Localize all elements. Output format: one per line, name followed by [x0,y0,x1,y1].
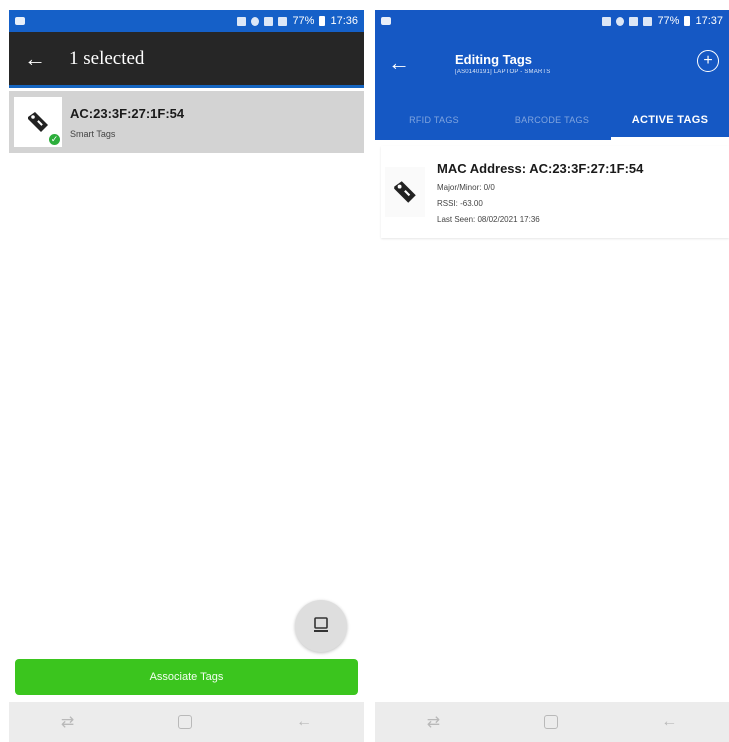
page-subtitle: [AS0140191] LAPTOP - SMARTS [455,68,551,75]
left-screen: 77% 17:36 ← 1 selected ✓ AC:23:3F:27:1F:… [9,10,364,742]
location-icon [251,16,260,26]
battery-percent: 77% [657,15,680,27]
device-fab-button[interactable] [295,600,347,652]
right-screen: 77% 17:37 ← Editing Tags [AS0140191] LAP… [375,10,729,742]
status-bar: 77% 17:37 [375,10,729,32]
tag-mac-address: AC:23:3F:27:1F:54 [70,105,185,121]
major-minor-line: Major/Minor: 0/0 [437,182,495,192]
add-circle-icon: + [703,52,713,69]
editing-app-bar: ← Editing Tags [AS0140191] LAPTOP - SMAR… [375,32,729,94]
device-icon [314,617,328,632]
tag-icon [394,181,416,203]
notification-icon [15,17,25,25]
location-icon [616,16,625,26]
last-seen-line: Last Seen: 08/02/2021 17:36 [437,214,540,224]
status-time: 17:37 [695,15,723,27]
system-nav-bar: ⇄ ← [9,702,364,742]
back-button[interactable]: ← [381,45,417,81]
rssi-line: RSSI: -63.00 [437,198,483,208]
arrow-left-icon: ← [388,50,410,75]
mac-address-line: MAC Address: AC:23:3F:27:1F:54 [437,160,644,176]
page-title: Editing Tags [455,51,533,67]
recent-apps-icon[interactable]: ⇄ [427,712,440,732]
battery-icon [684,16,691,26]
arrow-left-icon: ← [24,45,46,71]
wifi-icon [643,16,653,26]
tab-rfid-tags[interactable]: RFID TAGS [375,100,493,140]
recent-apps-icon[interactable]: ⇄ [61,712,74,732]
selected-tag-row[interactable]: ✓ AC:23:3F:27:1F:54 Smart Tags [9,91,364,153]
tag-thumbnail: ✓ [14,97,62,147]
battery-percent: 77% [292,15,315,27]
bluetooth-icon [629,16,639,26]
back-icon[interactable]: ← [296,713,312,731]
tag-type: Smart Tags [70,128,116,139]
tab-barcode-tags[interactable]: BARCODE TAGS [493,100,611,140]
bluetooth-icon [264,16,274,26]
status-bar: 77% 17:36 [9,10,364,32]
associate-tags-button[interactable]: Associate Tags [15,659,358,695]
tag-thumbnail [385,167,425,217]
nfc-icon [237,16,247,26]
tag-tabs: RFID TAGS BARCODE TAGS ACTIVE TAGS [375,100,729,140]
check-icon: ✓ [48,133,61,146]
active-tag-card[interactable]: MAC Address: AC:23:3F:27:1F:54 Major/Min… [381,146,729,238]
selection-title: 1 selected [69,47,145,69]
wifi-icon [278,16,288,26]
home-icon[interactable] [543,715,558,729]
home-icon[interactable] [178,715,193,729]
back-button[interactable]: ← [17,41,53,77]
back-icon[interactable]: ← [661,713,677,731]
system-nav-bar: ⇄ ← [375,702,729,742]
nfc-icon [602,16,612,26]
notification-icon [381,17,391,25]
battery-icon [319,16,326,26]
selection-app-bar: ← 1 selected [9,32,364,88]
status-time: 17:36 [330,15,358,27]
tag-icon [28,112,48,132]
tab-active-tags[interactable]: ACTIVE TAGS [611,100,729,140]
add-tag-button[interactable]: + [697,50,719,72]
